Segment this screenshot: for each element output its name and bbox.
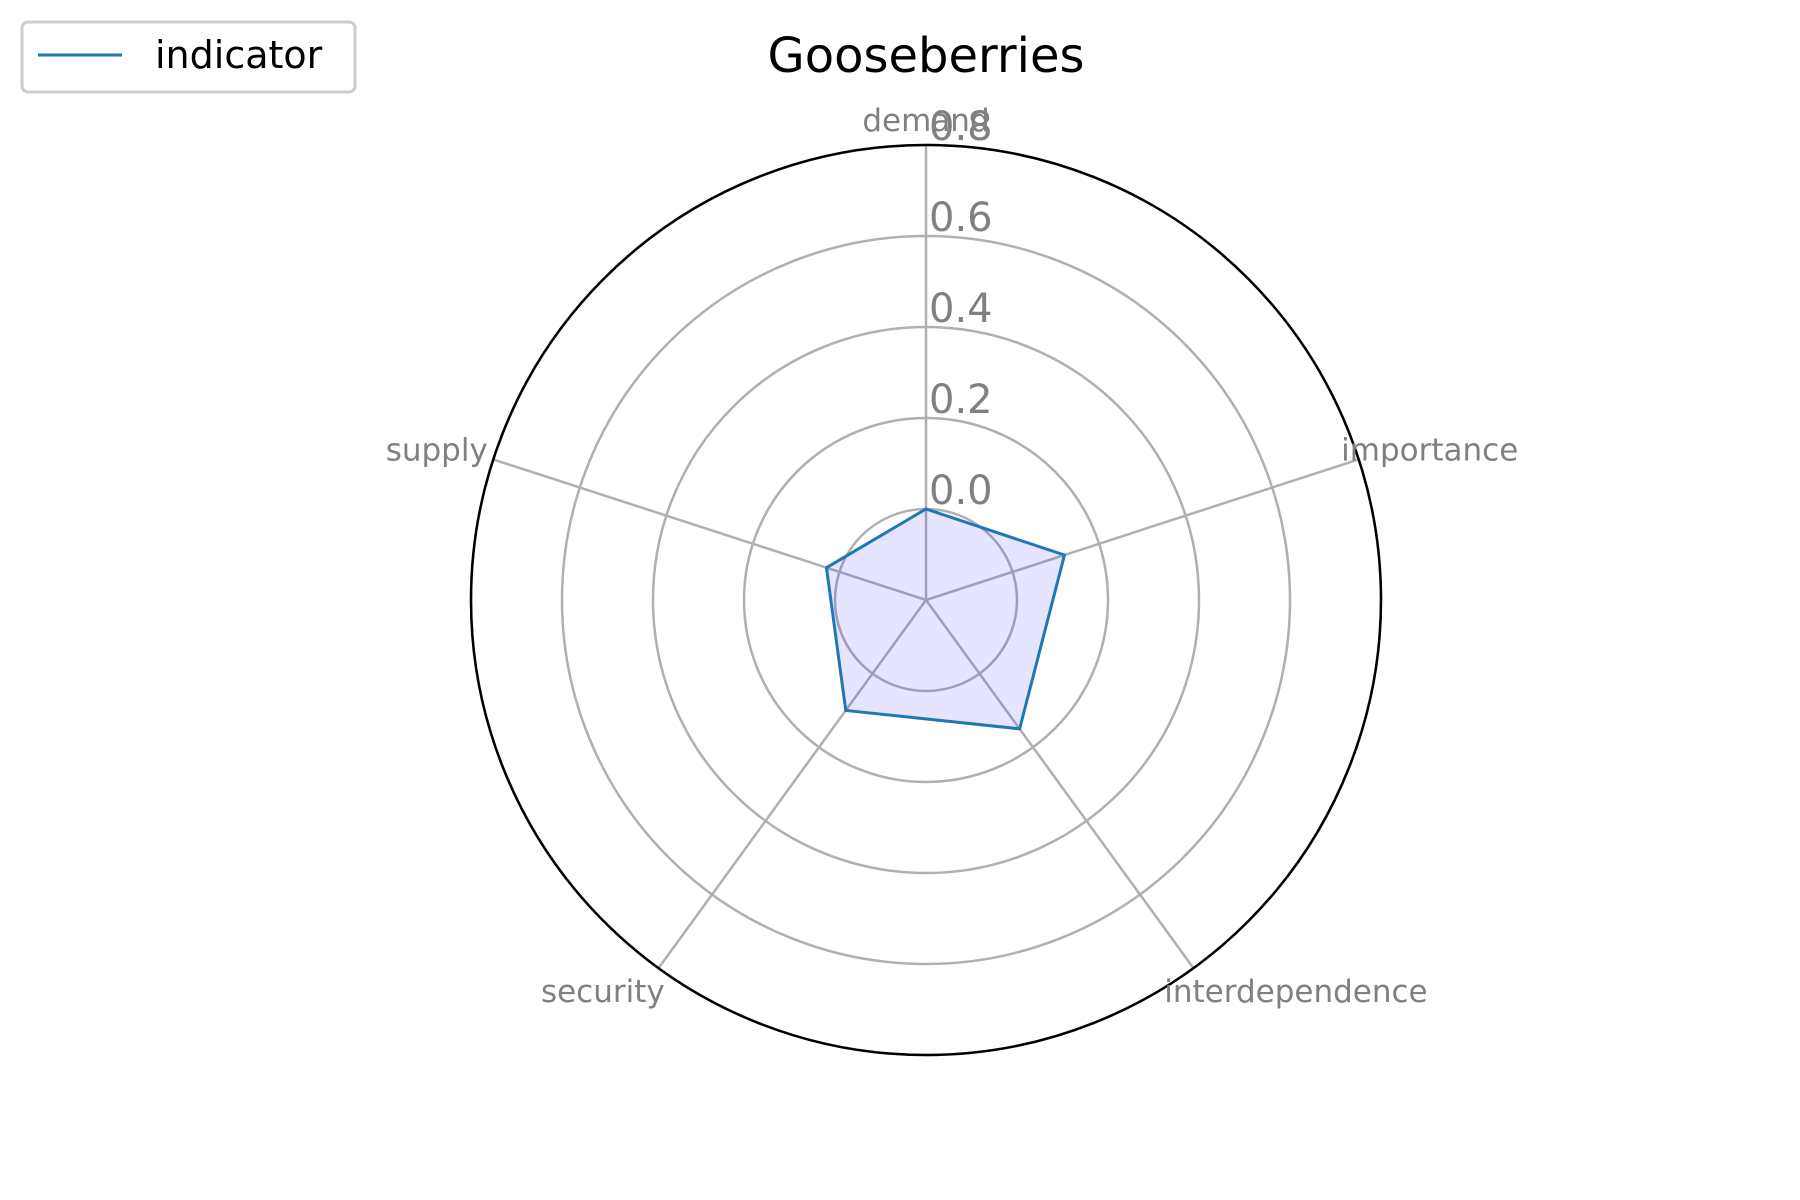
data-point-importance [1062,553,1066,557]
data-point-supply [824,566,828,570]
chart-title: Gooseberries [768,28,1085,84]
axis-label-security: security [541,974,665,1010]
axis-label-demand: demand [862,103,989,139]
radial-tick-label-1: 0.2 [929,377,993,423]
data-point-demand [924,507,928,511]
legend: indicator [20,20,357,94]
series-layer [824,507,1066,731]
radial-tick-labels: 0.00.20.40.60.8 [929,104,993,514]
axis-label-importance: importance [1341,433,1518,469]
radial-tick-label-3: 0.6 [929,195,993,241]
radial-tick-label-0: 0.0 [929,468,993,514]
data-point-interdependence [1018,727,1022,731]
axis-label-supply: supply [386,433,488,469]
legend-label-indicator: indicator [155,33,323,77]
radial-tick-label-2: 0.4 [929,286,993,332]
axis-label-interdependence: interdependence [1164,974,1427,1010]
radar-chart: Gooseberries 0.00.20.40.60.8 demandimpor… [20,20,1518,1057]
data-point-security [844,708,848,712]
